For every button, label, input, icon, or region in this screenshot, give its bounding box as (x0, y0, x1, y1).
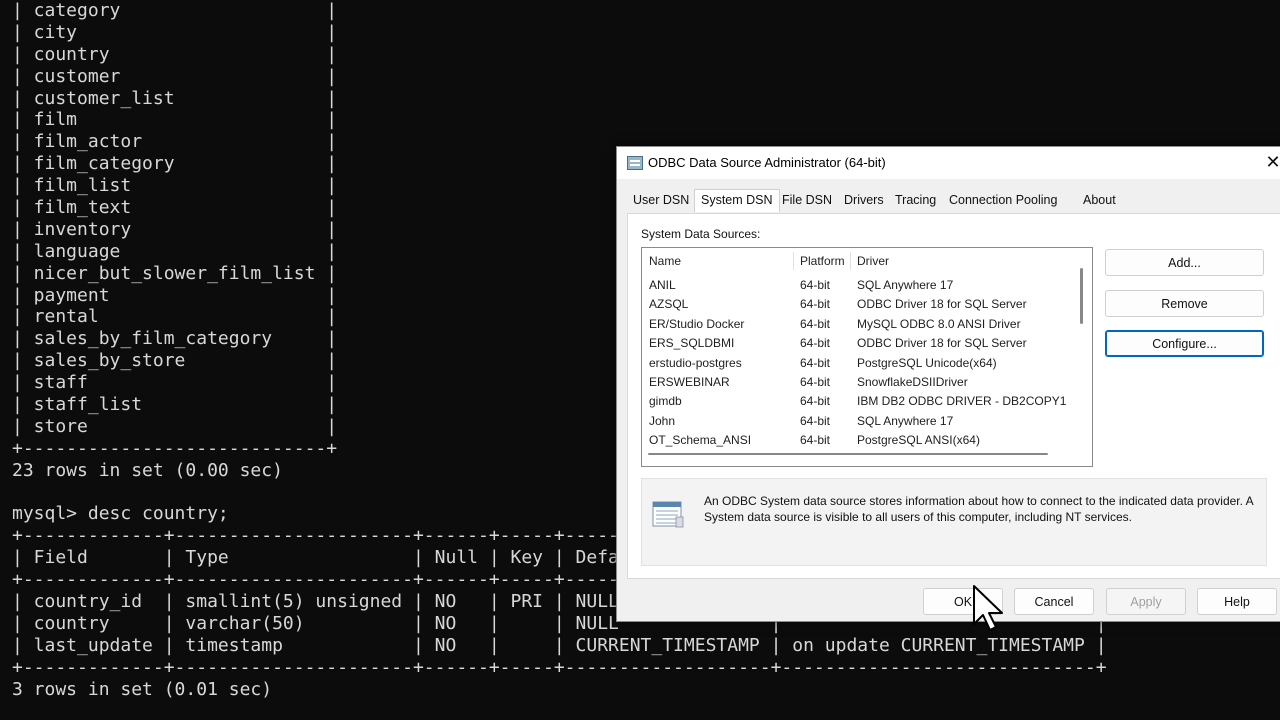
mouse-cursor-icon (973, 585, 1003, 631)
dsn-name: ER/Studio Docker (649, 316, 745, 331)
terminal-line: | customer | (12, 65, 338, 87)
list-item[interactable]: ERSWEBINAR 64-bit SnowflakeDSIIDriver (642, 373, 1078, 392)
list-item[interactable]: ER/Studio Docker 64-bit MySQL ODBC 8.0 A… (642, 315, 1078, 334)
odbc-app-icon (627, 156, 643, 170)
data-source-icon (652, 501, 684, 528)
horizontal-scrollbar[interactable] (648, 453, 1048, 455)
dsn-driver: IBM DB2 ODBC DRIVER - DB2COPY1 (857, 394, 1067, 409)
dsn-name: gimdb (649, 394, 682, 409)
tab-tracing[interactable]: Tracing (895, 193, 936, 207)
list-item[interactable]: AZSQL 64-bit ODBC Driver 18 for SQL Serv… (642, 295, 1078, 314)
column-divider[interactable] (793, 252, 794, 270)
dsn-platform: 64-bit (800, 375, 831, 389)
list-item[interactable]: ERS_SQLDBMI 64-bit ODBC Driver 18 for SQ… (642, 334, 1078, 353)
dsn-platform: 64-bit (800, 394, 831, 409)
cancel-button[interactable]: Cancel (1014, 588, 1094, 615)
apply-button[interactable]: Apply (1106, 588, 1186, 615)
dsn-name: AZSQL (649, 297, 689, 312)
dsn-driver: PostgreSQL ANSI(x64) (857, 433, 980, 448)
dsn-name: ERSWEBINAR (649, 375, 730, 389)
dsn-driver: SnowflakeDSIIDriver (857, 375, 968, 389)
vertical-scrollbar[interactable] (1080, 268, 1083, 324)
terminal-line: | city | (12, 21, 338, 43)
dsn-driver: SQL Anywhere 17 (857, 413, 954, 428)
dsn-name: John (649, 413, 676, 428)
list-item[interactable]: erstudio-postgres 64-bit PostgreSQL Unic… (642, 354, 1078, 373)
help-button[interactable]: Help (1197, 588, 1277, 615)
terminal-line: | last_update | timestamp | NO | | CURRE… (12, 634, 1107, 656)
remove-button[interactable]: Remove (1105, 290, 1264, 317)
system-dsn-panel: System Data Sources: Name Platform Drive… (627, 213, 1280, 579)
dsn-platform: 64-bit (800, 355, 831, 370)
add-button[interactable]: Add... (1105, 249, 1264, 276)
dsn-name: erstudio-postgres (649, 355, 742, 370)
tab-about[interactable]: About (1083, 193, 1116, 207)
close-icon[interactable]: ✕ (1263, 152, 1280, 172)
dsn-platform: 64-bit (800, 413, 831, 428)
dsn-platform: 64-bit (800, 297, 831, 312)
dsn-platform: 64-bit (800, 433, 831, 448)
list-item[interactable]: ANIL 64-bit SQL Anywhere 17 (642, 276, 1078, 295)
terminal-line: | category | (12, 0, 338, 21)
configure-button[interactable]: Configure... (1105, 330, 1264, 357)
list-item[interactable]: John 64-bit SQL Anywhere 17 (642, 412, 1078, 431)
terminal-line: | country | (12, 43, 338, 65)
list-item[interactable]: OT_Schema_ANSI 64-bit PostgreSQL ANSI(x6… (642, 431, 1078, 450)
data-sources-list[interactable]: Name Platform Driver ANIL 64-bit SQL Any… (641, 247, 1093, 467)
dsn-driver: ODBC Driver 18 for SQL Server (857, 297, 1027, 312)
dsn-platform: 64-bit (800, 278, 831, 292)
dsn-platform: 64-bit (800, 316, 831, 331)
column-header-platform[interactable]: Platform (800, 254, 845, 268)
tab-system-dsn[interactable]: System DSN (694, 189, 780, 212)
odbc-dialog: ODBC Data Source Administrator (64-bit) … (616, 146, 1280, 622)
system-data-sources-label: System Data Sources: (641, 227, 761, 241)
column-header-driver[interactable]: Driver (857, 254, 889, 268)
window-title: ODBC Data Source Administrator (64-bit) (648, 155, 886, 170)
dsn-name: OT_Schema_ANSI (649, 433, 752, 448)
list-item[interactable]: gimdb 64-bit IBM DB2 ODBC DRIVER - DB2CO… (642, 392, 1078, 411)
tab-connection-pooling[interactable]: Connection Pooling (949, 193, 1057, 207)
column-divider[interactable] (850, 252, 851, 270)
info-box: An ODBC System data source stores inform… (641, 478, 1267, 566)
terminal-line: | film | (12, 109, 338, 131)
dsn-driver: MySQL ODBC 8.0 ANSI Driver (857, 316, 1021, 331)
dsn-driver: PostgreSQL Unicode(x64) (857, 355, 997, 370)
dsn-name: ANIL (649, 278, 676, 292)
tab-drivers[interactable]: Drivers (844, 193, 884, 207)
dsn-driver: SQL Anywhere 17 (857, 278, 954, 292)
dsn-name: ERS_SQLDBMI (649, 336, 735, 351)
terminal-line: 3 rows in set (0.01 sec) (12, 678, 273, 700)
tab-user-dsn[interactable]: User DSN (633, 193, 689, 207)
column-header-name[interactable]: Name (649, 254, 681, 268)
title-bar[interactable]: ODBC Data Source Administrator (64-bit) … (617, 147, 1280, 179)
terminal-line: | customer_list | (12, 87, 338, 109)
dsn-platform: 64-bit (800, 336, 831, 351)
dsn-driver: ODBC Driver 18 for SQL Server (857, 336, 1027, 351)
terminal-line: +-------------+----------------------+--… (12, 656, 1107, 678)
tab-file-dsn[interactable]: File DSN (782, 193, 832, 207)
info-description: An ODBC System data source stores inform… (704, 494, 1253, 524)
